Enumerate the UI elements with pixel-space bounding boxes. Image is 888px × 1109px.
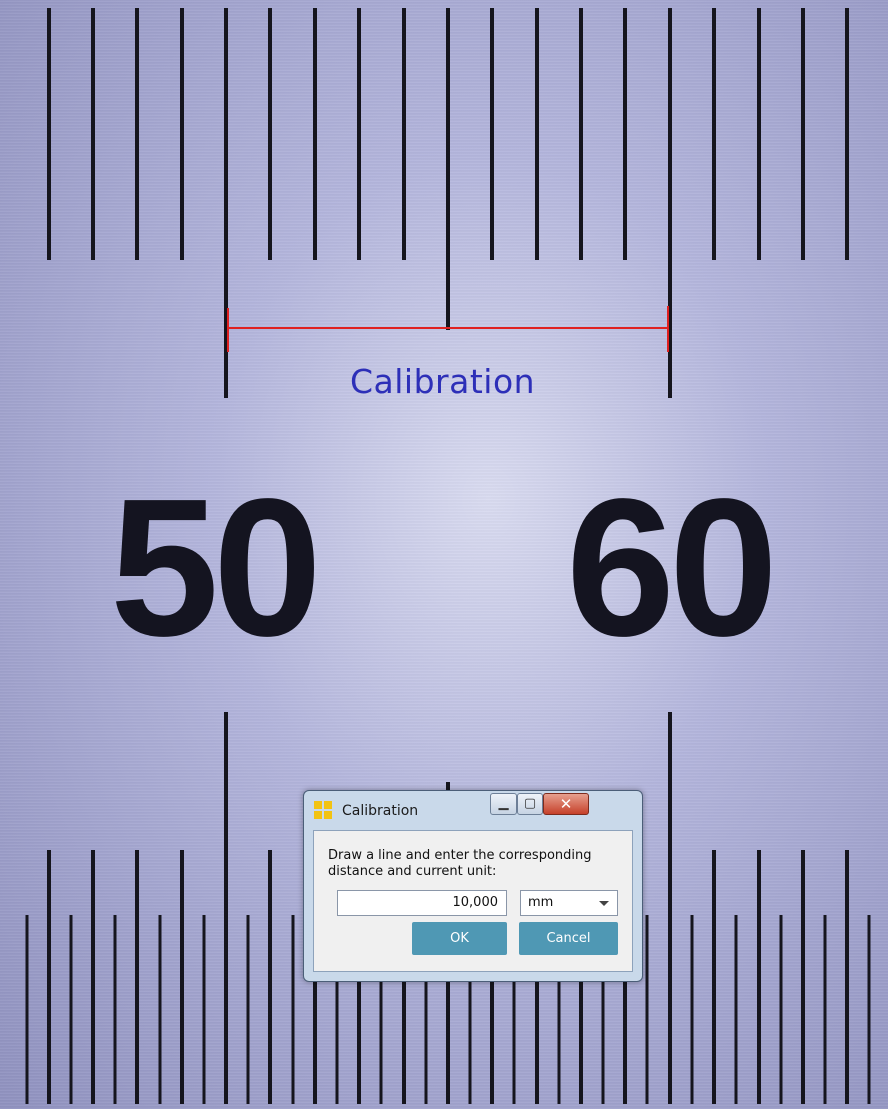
cancel-button[interactable]: Cancel — [519, 922, 618, 955]
unit-select-value: mm — [528, 895, 554, 910]
close-button[interactable]: ✕ — [543, 793, 589, 815]
minimize-button[interactable]: ▁ — [490, 793, 517, 815]
app-icon — [314, 801, 332, 819]
ruler-number-50: 50 — [110, 458, 322, 677]
calibration-dialog[interactable]: Calibration ▁ ▢ ✕ Draw a line and enter … — [303, 790, 643, 982]
calibration-overlay-label: Calibration — [350, 362, 536, 401]
dialog-prompt: Draw a line and enter the corresponding … — [328, 848, 592, 879]
dialog-title: Calibration — [342, 803, 419, 819]
maximize-button[interactable]: ▢ — [517, 793, 543, 815]
dialog-title-bar[interactable]: Calibration ▁ ▢ ✕ — [304, 791, 642, 831]
dialog-body: Draw a line and enter the corresponding … — [313, 830, 633, 972]
chevron-down-icon — [599, 901, 609, 906]
unit-select[interactable]: mm — [520, 890, 618, 916]
window-controls: ▁ ▢ ✕ — [490, 793, 635, 817]
distance-input[interactable]: 10,000 — [337, 890, 507, 916]
ruler-number-60: 60 — [566, 458, 778, 677]
maximize-icon: ▢ — [523, 796, 537, 811]
ok-button[interactable]: OK — [412, 922, 507, 955]
close-icon: ✕ — [559, 795, 573, 813]
minimize-icon: ▁ — [498, 796, 509, 811]
